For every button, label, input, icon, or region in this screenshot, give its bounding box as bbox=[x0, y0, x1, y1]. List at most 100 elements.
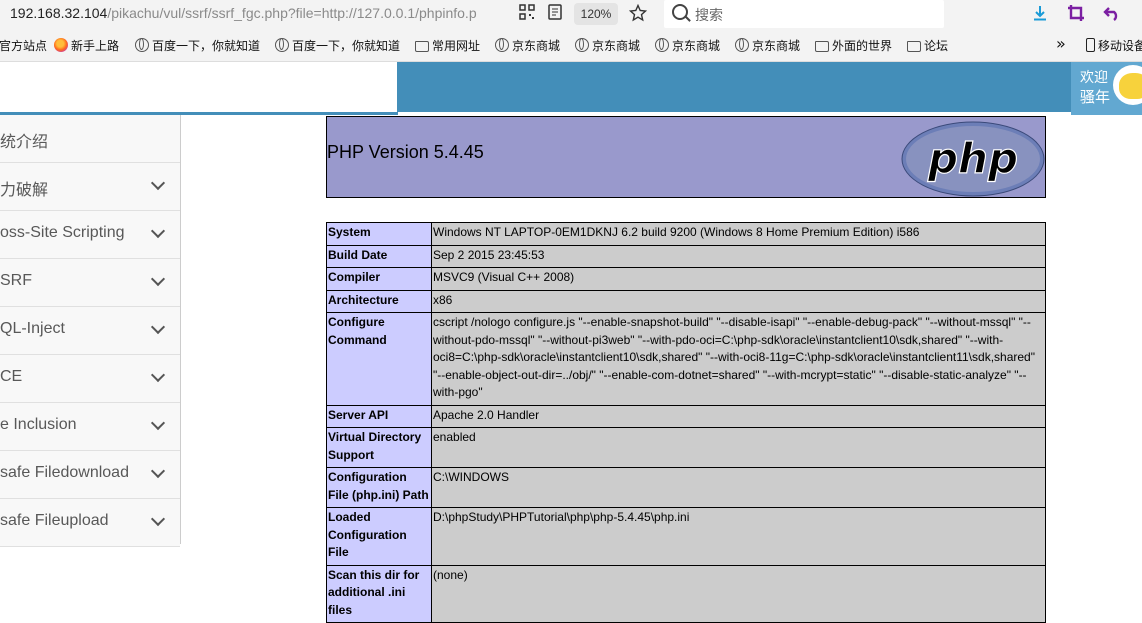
table-cell-value: Sep 2 2015 23:45:53 bbox=[431, 244, 1046, 268]
sidebar-item-sqli[interactable]: QL-Inject bbox=[0, 307, 180, 355]
sidebar-item-label: e Inclusion bbox=[0, 416, 77, 433]
table-row: Server API Apache 2.0 Handler bbox=[326, 404, 1046, 428]
chevron-down-icon bbox=[150, 511, 166, 527]
bookmark-label: 新手上路 bbox=[71, 39, 120, 53]
user-welcome[interactable]: 欢迎 骚年 bbox=[1071, 62, 1142, 115]
sidebar-item-intro[interactable]: 统介绍 bbox=[0, 115, 180, 163]
site-header-left bbox=[0, 62, 398, 112]
globe-icon bbox=[655, 38, 669, 52]
table-row: System Windows NT LAPTOP-0EM1DKNJ 6.2 bui… bbox=[326, 222, 1046, 246]
table-cell-key: Configure Command bbox=[326, 312, 432, 406]
reader-view-icon[interactable] bbox=[545, 4, 565, 24]
address-bar[interactable]: 192.168.32.104/pikachu/vul/ssrf/ssrf_fgc… bbox=[10, 4, 477, 22]
chevron-down-icon bbox=[150, 415, 166, 431]
php-logo-text: php bbox=[927, 134, 1018, 183]
bookmark-folder[interactable]: 论坛 bbox=[907, 38, 948, 54]
table-cell-value: C:\WINDOWS bbox=[431, 467, 1046, 508]
sidebar-item-label: oss-Site Scripting bbox=[0, 224, 125, 241]
bookmark-folder[interactable]: 外面的世界 bbox=[815, 38, 892, 54]
firefox-icon bbox=[54, 38, 68, 52]
sidebar-item-label: SRF bbox=[0, 272, 32, 289]
sidebar-item-file-inclusion[interactable]: e Inclusion bbox=[0, 403, 180, 451]
site-header bbox=[397, 62, 1142, 112]
qr-code-icon[interactable] bbox=[517, 4, 537, 24]
table-row: Scan this dir for additional .ini files(… bbox=[326, 564, 1046, 623]
bookmark-label: 官方站点 bbox=[0, 39, 48, 53]
sidebar-item-label: safe Filedownload bbox=[0, 464, 129, 481]
welcome-text: 欢迎 bbox=[1080, 70, 1108, 86]
folder-icon bbox=[415, 41, 429, 52]
sidebar-item-label: 力破解 bbox=[0, 182, 49, 199]
php-version-title: PHP Version 5.4.45 bbox=[327, 142, 484, 162]
phpinfo-header: PHP Version 5.4.45 php bbox=[326, 116, 1046, 198]
mobile-bookmarks[interactable]: 移动设备 bbox=[1086, 38, 1142, 54]
download-icon[interactable] bbox=[1030, 4, 1050, 24]
folder-icon bbox=[907, 41, 921, 52]
bookmark-item[interactable]: 京东商城 bbox=[655, 38, 720, 54]
bookmark-item[interactable]: 百度一下，你就知道 bbox=[275, 38, 400, 54]
chevron-down-icon bbox=[150, 175, 166, 191]
chevron-down-icon bbox=[150, 271, 166, 287]
table-row: Architecture x86 bbox=[326, 289, 1046, 313]
globe-icon bbox=[275, 38, 289, 52]
table-cell-value: x86 bbox=[431, 289, 1046, 313]
sidebar-item-csrf[interactable]: SRF bbox=[0, 259, 180, 307]
mobile-device-icon bbox=[1086, 38, 1095, 52]
bookmark-item[interactable]: 京东商城 bbox=[735, 38, 800, 54]
bookmarks-bar: 官方站点 新手上路 百度一下，你就知道 百度一下，你就知道 常用网址 京东商城 … bbox=[0, 32, 1142, 62]
bookmark-label: 百度一下，你就知道 bbox=[152, 39, 261, 53]
bookmarks-overflow-chevron[interactable]: » bbox=[1056, 36, 1066, 52]
bookmark-label: 京东商城 bbox=[672, 39, 721, 53]
folder-icon bbox=[815, 41, 829, 52]
table-row: Configuration File (php.ini) Path C:\WIND… bbox=[326, 467, 1046, 508]
search-box[interactable]: 搜索 bbox=[664, 0, 944, 28]
table-row: Compiler MSVC9 (Visual C++ 2008) bbox=[326, 267, 1046, 291]
table-cell-value: D:\phpStudy\PHPTutorial\php\php-5.4.45\p… bbox=[431, 507, 1046, 566]
globe-icon bbox=[735, 38, 749, 52]
table-row: Configure Command cscript /nologo configu… bbox=[326, 312, 1046, 406]
bookmark-label: 京东商城 bbox=[752, 39, 801, 53]
table-row: Build Date Sep 2 2015 23:45:53 bbox=[326, 244, 1046, 268]
sidebar-item-unsafe-fileupload[interactable]: safe Fileupload bbox=[0, 499, 180, 547]
bookmark-item[interactable]: 新手上路 bbox=[54, 38, 119, 54]
url-path: /pikachu/vul/ssrf/ssrf_fgc.php?file=http… bbox=[107, 5, 477, 21]
globe-icon bbox=[495, 38, 509, 52]
sidebar-item-label: CE bbox=[0, 368, 23, 385]
bookmark-star-icon[interactable] bbox=[628, 3, 648, 24]
bookmark-folder[interactable]: 常用网址 bbox=[415, 38, 480, 54]
table-cell-key: Scan this dir for additional .ini files bbox=[326, 564, 432, 623]
sidebar-item-rce[interactable]: CE bbox=[0, 355, 180, 403]
globe-icon bbox=[135, 38, 149, 52]
globe-icon bbox=[575, 38, 589, 52]
bookmark-label: 京东商城 bbox=[592, 39, 641, 53]
table-cell-key: System bbox=[326, 222, 432, 246]
table-row: Loaded Configuration File D:\phpStudy\PHP… bbox=[326, 507, 1046, 566]
zoom-level[interactable]: 120% bbox=[574, 3, 618, 25]
table-cell-key: Server API bbox=[326, 404, 432, 428]
table-cell-key: Configuration File (php.ini) Path bbox=[326, 467, 432, 508]
chevron-down-icon bbox=[150, 223, 166, 239]
bookmark-item[interactable]: 京东商城 bbox=[575, 38, 640, 54]
search-icon bbox=[672, 4, 688, 20]
bookmark-label: 论坛 bbox=[924, 39, 949, 53]
bookmark-item[interactable]: 百度一下，你就知道 bbox=[135, 38, 260, 54]
bookmark-item[interactable]: 官方站点 bbox=[0, 38, 47, 54]
table-cell-value: (none) bbox=[431, 564, 1046, 623]
browser-toolbar: 192.168.32.104/pikachu/vul/ssrf/ssrf_fgc… bbox=[0, 0, 1142, 32]
screenshot-crop-icon[interactable] bbox=[1066, 4, 1086, 24]
bookmark-label: 百度一下，你就知道 bbox=[292, 39, 401, 53]
chevron-down-icon bbox=[150, 367, 166, 383]
table-cell-value: cscript /nologo configure.js "--enable-s… bbox=[431, 312, 1046, 406]
sidebar-item-label: safe Fileupload bbox=[0, 512, 109, 529]
bookmark-item[interactable]: 京东商城 bbox=[495, 38, 560, 54]
table-cell-value: MSVC9 (Visual C++ 2008) bbox=[431, 267, 1046, 291]
table-cell-value: Windows NT LAPTOP-0EM1DKNJ 6.2 build 920… bbox=[431, 222, 1046, 246]
sidebar-item-bruteforce[interactable]: 力破解 bbox=[0, 163, 180, 211]
table-cell-key: Virtual Directory Support bbox=[326, 427, 432, 468]
sidebar-item-unsafe-filedownload[interactable]: safe Filedownload bbox=[0, 451, 180, 499]
sidebar-nav: 统介绍 力破解 oss-Site Scripting SRF QL-Inject… bbox=[0, 115, 181, 547]
sidebar-item-xss[interactable]: oss-Site Scripting bbox=[0, 211, 180, 259]
bookmark-label: 京东商城 bbox=[512, 39, 561, 53]
avatar[interactable] bbox=[1113, 65, 1142, 105]
undo-icon[interactable] bbox=[1102, 4, 1122, 24]
